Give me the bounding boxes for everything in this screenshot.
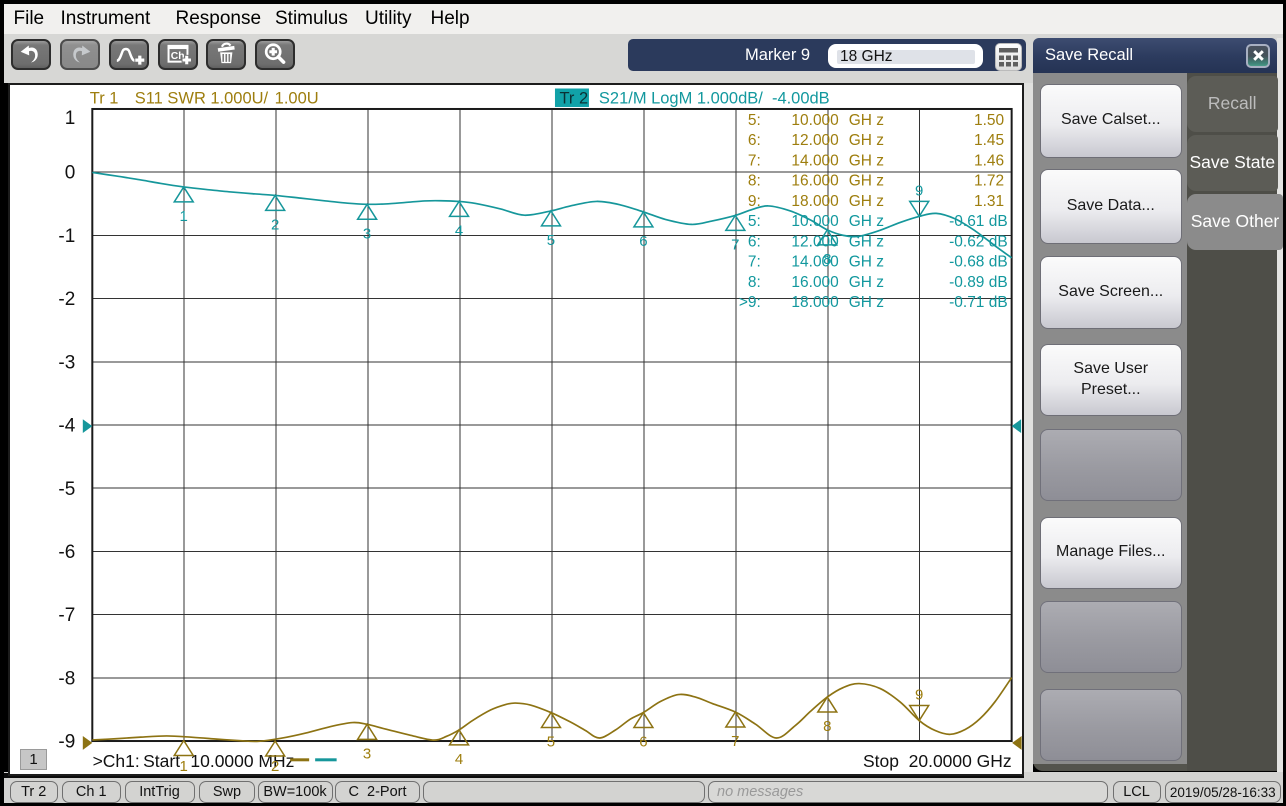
svg-text:7:: 7: xyxy=(747,254,760,271)
svg-text:GH z: GH z xyxy=(848,254,883,271)
svg-text:5:: 5: xyxy=(747,213,760,230)
svg-text:9:: 9: xyxy=(747,193,760,210)
svg-text:3: 3 xyxy=(362,745,370,762)
svg-text:18.000: 18.000 xyxy=(791,294,838,311)
svg-text:-4: -4 xyxy=(58,416,75,437)
svg-text:3: 3 xyxy=(362,225,370,242)
svg-text:5: 5 xyxy=(546,232,554,249)
svg-text:1.46: 1.46 xyxy=(974,152,1004,169)
svg-text:-6: -6 xyxy=(58,542,75,563)
svg-text:Stop 20.0000 GHz: Stop 20.0000 GHz xyxy=(863,751,1012,771)
svg-text:14.000: 14.000 xyxy=(791,152,838,169)
svg-text:0: 0 xyxy=(64,163,75,184)
svg-text:4: 4 xyxy=(454,751,462,768)
svg-text:2: 2 xyxy=(271,758,279,773)
svg-text:7:: 7: xyxy=(747,152,760,169)
svg-text:-0.68 dB: -0.68 dB xyxy=(949,254,1007,271)
svg-text:4: 4 xyxy=(454,222,462,239)
svg-text:6:: 6: xyxy=(747,132,760,149)
svg-text:-0.89 dB: -0.89 dB xyxy=(949,274,1007,291)
svg-text:>9:: >9: xyxy=(738,294,760,311)
svg-text:1.50: 1.50 xyxy=(974,112,1004,129)
svg-text:>Ch1:: >Ch1: xyxy=(92,751,139,771)
svg-text:1.72: 1.72 xyxy=(974,173,1004,190)
svg-text:GH z: GH z xyxy=(848,233,883,250)
svg-text:6: 6 xyxy=(639,233,647,250)
svg-text:10.000: 10.000 xyxy=(791,112,838,129)
svg-text:16.000: 16.000 xyxy=(791,173,838,190)
svg-text:-0.71 dB: -0.71 dB xyxy=(949,294,1007,311)
svg-text:GH z: GH z xyxy=(848,274,883,291)
svg-text:7: 7 xyxy=(731,236,739,253)
svg-text:5: 5 xyxy=(546,734,554,751)
svg-text:1.31: 1.31 xyxy=(974,193,1004,210)
svg-text:GH z: GH z xyxy=(848,132,883,149)
svg-text:1: 1 xyxy=(179,208,187,225)
svg-text:1.45: 1.45 xyxy=(974,132,1004,149)
svg-text:Tr 1: Tr 1 xyxy=(89,89,118,107)
svg-text:8:: 8: xyxy=(747,173,760,190)
svg-text:8: 8 xyxy=(823,718,831,735)
svg-text:GH z: GH z xyxy=(848,112,883,129)
svg-text:2: 2 xyxy=(271,216,279,233)
svg-text:16.000: 16.000 xyxy=(791,274,838,291)
svg-text:-5: -5 xyxy=(58,479,75,500)
svg-text:GH z: GH z xyxy=(848,294,883,311)
svg-text:8:: 8: xyxy=(747,274,760,291)
svg-text:10.000: 10.000 xyxy=(791,213,838,230)
svg-text:6:: 6: xyxy=(747,233,760,250)
svg-text:6: 6 xyxy=(639,734,647,751)
svg-text:S11 SWR 1.000U/: S11 SWR 1.000U/ xyxy=(134,89,268,107)
svg-text:12.000: 12.000 xyxy=(791,132,838,149)
svg-text:1.00U: 1.00U xyxy=(274,89,318,107)
svg-text:Tr 2: Tr 2 xyxy=(559,89,588,107)
svg-text:-0.61 dB: -0.61 dB xyxy=(949,213,1007,230)
svg-text:-3: -3 xyxy=(58,352,75,373)
svg-text:5:: 5: xyxy=(747,112,760,129)
svg-text:GH z: GH z xyxy=(848,173,883,190)
svg-text:7: 7 xyxy=(731,733,739,750)
svg-text:-2: -2 xyxy=(58,289,75,310)
svg-text:9: 9 xyxy=(915,182,923,199)
svg-text:-8: -8 xyxy=(58,668,75,689)
svg-text:8: 8 xyxy=(823,251,831,268)
svg-text:S21/M LogM 1.000dB/ -4.00dB: S21/M LogM 1.000dB/ -4.00dB xyxy=(598,89,829,107)
svg-text:1: 1 xyxy=(64,108,75,129)
svg-text:9: 9 xyxy=(915,687,923,704)
svg-text:-7: -7 xyxy=(58,605,75,626)
svg-text:14.000: 14.000 xyxy=(791,254,838,271)
svg-text:18.000: 18.000 xyxy=(791,193,838,210)
svg-text:GH z: GH z xyxy=(848,213,883,230)
svg-text:-0.62 dB: -0.62 dB xyxy=(949,233,1007,250)
svg-text:GH z: GH z xyxy=(848,152,883,169)
svg-text:-1: -1 xyxy=(58,226,75,247)
svg-text:1: 1 xyxy=(179,758,187,773)
svg-text:-9: -9 xyxy=(58,732,75,753)
svg-text:GH z: GH z xyxy=(848,193,883,210)
